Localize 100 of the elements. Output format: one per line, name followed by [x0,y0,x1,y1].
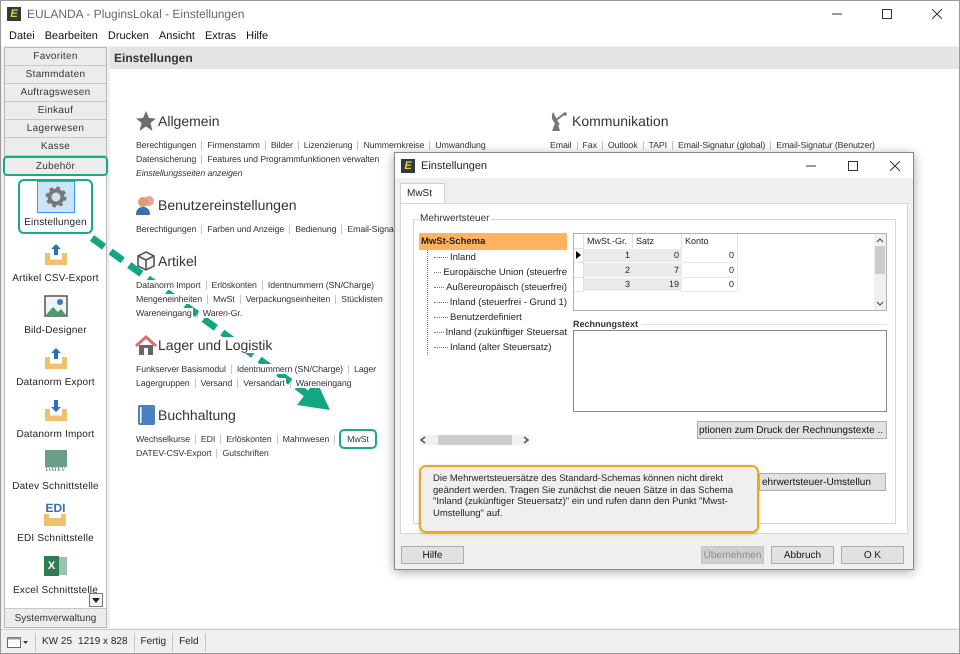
settings-link[interactable]: Email [549,140,572,150]
settings-link[interactable]: Wareneingang [135,308,193,318]
settings-link[interactable]: MwSt [339,429,377,449]
print-options-button[interactable]: ptionen zum Druck der Rechnungstexte .. [697,421,887,439]
section-heading: Lager und Logistik [158,337,272,353]
settings-link[interactable]: Verpackungseinheiten [244,294,332,304]
table-cell: 0 [633,248,682,263]
group-label: Mehrwertsteuer [418,213,492,224]
nav-item[interactable]: Bild-Designer [22,286,89,338]
settings-link[interactable]: Funkserver Basismodul [135,364,227,374]
settings-link[interactable]: Bedienung [294,224,338,234]
settings-link[interactable]: Lager [352,364,377,374]
download-tray-icon [44,398,68,420]
tree-item[interactable]: Inland [450,250,476,265]
settings-link[interactable]: Email-Signatur (Benutzer) [775,140,876,150]
horizontal-scrollbar[interactable] [419,435,529,445]
upload-tray-icon [44,346,68,368]
tree-item[interactable]: MwSt-Schema [419,233,567,250]
settings-link[interactable]: Outlook [606,140,638,150]
settings-link[interactable]: Wechselkurse [135,434,191,444]
image-icon [44,294,68,316]
tab[interactable]: MwSt [400,183,445,203]
nav-item[interactable]: Datanorm Export [14,338,97,390]
settings-link[interactable]: Lagergruppen [135,378,191,388]
settings-link[interactable]: Fax [582,140,598,150]
nav-item[interactable]: EDI EDI Schnittstelle [15,494,96,546]
settings-link[interactable]: Mahnwesen [282,434,330,444]
tree-item[interactable]: Inland (alter Steuersatz) [450,340,552,355]
settings-link[interactable]: EDI [200,434,216,444]
changeover-button[interactable]: ehrwertsteuer-Umstellun [759,473,886,491]
menu-item[interactable]: Hilfe [241,30,274,42]
settings-link[interactable]: Umwandlung [434,140,487,150]
settings-link[interactable]: TAPI [648,140,668,150]
settings-link[interactable]: Berechtigungen [135,224,198,234]
vertical-scrollbar[interactable] [874,234,886,310]
nav-group-button[interactable]: Stammdaten [5,66,106,84]
settings-link[interactable]: Waren-Gr. [202,308,244,318]
settings-link[interactable]: Datanorm Import [135,280,202,290]
settings-link[interactable]: Datensicherung [135,154,198,164]
menu-item[interactable]: Extras [200,30,242,42]
dialog-button[interactable]: Hilfe [401,546,464,564]
settings-link[interactable]: Erlöskonten [210,280,258,290]
app-logo: E [7,6,21,20]
maximize-icon [848,160,858,170]
nav-group-button[interactable]: Systemverwaltung [5,608,106,627]
settings-link[interactable]: Wareneingang [294,378,352,388]
section-heading: Allgemein [158,113,220,129]
tree-item[interactable]: Außereuropäisch (steuerfrei) [446,280,567,295]
tree-item[interactable]: Europäische Union (steuerfre [443,265,567,280]
window-icon[interactable] [7,636,29,648]
invoice-text-field[interactable] [573,330,887,412]
settings-link[interactable]: Farben und Anzeige [206,224,286,234]
tree-item[interactable]: Inland (steuerfrei - Grund 1) [450,295,567,310]
nav-group-button[interactable]: Kasse [5,138,106,156]
section-heading: Kommunikation [572,113,668,129]
table-cell: 3 [584,278,633,292]
nav-group-button[interactable]: Zubehör [3,156,108,176]
settings-link[interactable]: MwSt [212,294,236,304]
settings-link[interactable]: Versand [200,378,234,388]
tree-item[interactable]: Benutzerdefiniert [450,310,522,325]
settings-link[interactable]: Identnummern (SN/Charge) [266,280,375,290]
settings-link[interactable]: Identnummern (SN/Charge) [236,364,344,374]
settings-link[interactable]: Stücklisten [340,294,384,304]
settings-link[interactable]: Versandart [242,378,286,388]
nav-item[interactable]: Artikel CSV-Export [10,234,101,286]
settings-link[interactable]: Email-Signa [346,224,395,234]
nav-group-button[interactable]: Favoriten [5,48,106,66]
settings-link[interactable]: DATEV-CSV-Export [135,448,212,458]
nav-group-button[interactable]: Lagerwesen [5,120,106,138]
tree-item[interactable]: Inland (zukünftiger Steuersat [446,325,567,340]
chevron-right-icon [522,436,529,444]
settings-link[interactable]: Berechtigungen [135,140,198,150]
menu-item[interactable]: Ansicht [154,30,200,42]
nav-group-button[interactable]: Einkauf [5,102,106,120]
settings-link[interactable]: Bilder [270,140,294,150]
section-heading: Benutzereinstellungen [158,197,297,213]
dialog-button[interactable]: O K [841,546,904,564]
menu-item[interactable]: Drucken [102,30,154,42]
settings-link[interactable]: Email-Signatur (global) [677,140,766,150]
status-text: 1219 x 828 [78,636,128,647]
chevron-left-icon [419,436,426,444]
settings-link[interactable]: Erlöskonten [225,434,273,444]
settings-link[interactable]: Features und Programmfunktionen verwalten [206,154,380,164]
settings-link[interactable]: Nummernkreise [362,140,426,150]
nav-item[interactable]: Einstellungen [18,179,93,234]
settings-link[interactable]: Firmenstamm [206,140,261,150]
settings-link[interactable]: Mengeneinheiten [135,294,203,304]
dialog-button[interactable]: Abbruch [771,546,834,564]
status-text: Fertig [140,636,166,647]
settings-link[interactable]: Einstellungsseiten anzeigen [135,168,244,178]
nav-item[interactable]: X Excel Schnittstelle [11,546,100,598]
settings-link[interactable]: Lizenzierung [302,140,354,150]
table-cell: 7 [633,263,682,278]
menu-item[interactable]: Bearbeiten [40,30,103,42]
nav-item[interactable]: Datanorm Import [14,390,97,442]
menu-item[interactable]: Datei [4,30,40,42]
settings-link[interactable]: Gutschriften [221,448,270,458]
maximize-icon [882,8,892,18]
scroll-down-button[interactable] [89,593,103,607]
nav-group-button[interactable]: Auftragswesen [5,84,106,102]
